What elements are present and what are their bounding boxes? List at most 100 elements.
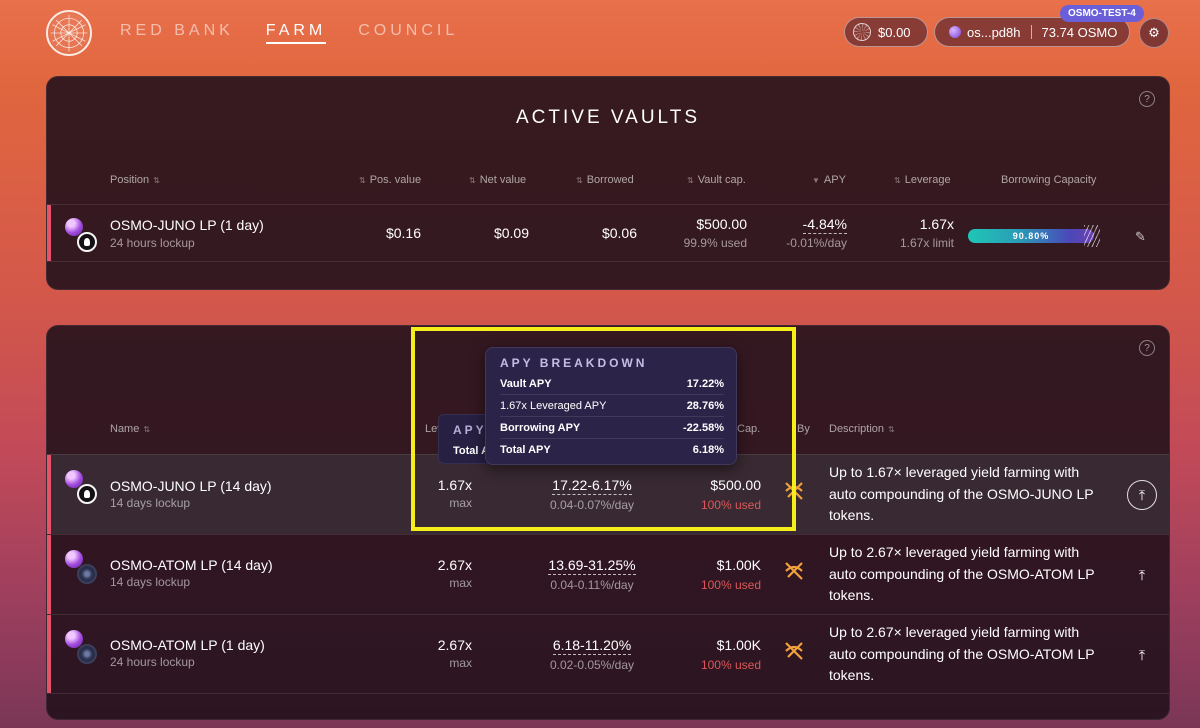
- apy-daily: -0.01%/day: [786, 236, 847, 250]
- apollo-logo-icon: [785, 642, 803, 660]
- juno-token-icon: [77, 484, 97, 504]
- apollo-logo-icon: [785, 482, 803, 500]
- atom-token-icon: [77, 644, 97, 664]
- token-pair-icon: [65, 630, 99, 666]
- vault-lockup: 14 days lockup: [110, 496, 191, 510]
- header-pos-value[interactable]: ⇅ Pos. value: [355, 174, 421, 186]
- wallet-balance: 73.74 OSMO: [1041, 24, 1118, 40]
- deposit-button[interactable]: ⤒: [1127, 640, 1157, 670]
- row-accent: [47, 535, 51, 614]
- header-name[interactable]: Name ⇅: [110, 423, 154, 435]
- available-vault-row[interactable]: OSMO-JUNO LP (14 day) 14 days lockup 1.6…: [47, 454, 1169, 534]
- cap-used: 100% used: [700, 498, 761, 512]
- vault-description: Up to 2.67× leveraged yield farming with…: [829, 624, 1095, 683]
- wallet-address: os...pd8h: [967, 24, 1021, 40]
- leverage-note: max: [449, 576, 472, 590]
- available-vault-row[interactable]: OSMO-ATOM LP (14 day) 14 days lockup 2.6…: [47, 534, 1169, 614]
- vault-lockup: 24 hours lockup: [110, 236, 195, 250]
- token-pair-icon: [65, 550, 99, 586]
- network-badge: OSMO-TEST-4: [1060, 5, 1144, 22]
- cap-used: 100% used: [700, 578, 761, 592]
- vault-description: Up to 2.67× leveraged yield farming with…: [829, 544, 1095, 603]
- tooltip-row-borrowing-apy: Borrowing APY -22.58%: [500, 417, 724, 439]
- leverage-limit: 1.67x limit: [899, 236, 954, 250]
- tooltip-row-leveraged-apy: 1.67x Leveraged APY 28.76%: [500, 395, 724, 417]
- juno-token-icon: [77, 232, 97, 252]
- apy-daily: 0.04-0.07%/day: [549, 498, 635, 512]
- token-pair-icon: [65, 218, 99, 254]
- leverage-value: 2.67x: [437, 557, 472, 573]
- apy-daily: 0.02-0.05%/day: [549, 658, 635, 672]
- tooltip-shadow-total: Total A: [453, 445, 490, 457]
- tooltip-row-total-apy: Total APY 6.18%: [500, 444, 724, 456]
- edit-pencil-icon[interactable]: ✎: [1135, 229, 1146, 245]
- apy-range[interactable]: 17.22-6.17%: [517, 477, 667, 495]
- header-leverage[interactable]: ⇅ Leverage: [890, 174, 951, 186]
- cap-value: $1.00K: [716, 557, 761, 573]
- apy-breakdown-tooltip: APY BREAKDOWN Vault APY 17.22% 1.67x Leve…: [485, 347, 737, 465]
- gear-icon: ⚙: [1148, 25, 1160, 40]
- header-borrowed[interactable]: ⇅ Borrowed: [572, 174, 634, 186]
- available-vault-row[interactable]: OSMO-ATOM LP (1 day) 24 hours lockup 2.6…: [47, 614, 1169, 694]
- cap-used: 100% used: [700, 658, 761, 672]
- header-apy[interactable]: ▼ APY: [808, 174, 846, 186]
- vault-cap-used: 99.9% used: [683, 236, 747, 250]
- atom-token-icon: [77, 564, 97, 584]
- mars-coin-icon: [853, 23, 871, 41]
- cap-value: $500.00: [710, 477, 761, 493]
- header-by[interactable]: By: [797, 423, 810, 435]
- nav-link-red-bank[interactable]: RED BANK: [120, 22, 234, 44]
- header-position[interactable]: Position ⇅: [110, 174, 164, 186]
- tooltip-row-vault-apy: Vault APY 17.22%: [500, 373, 724, 395]
- vault-lockup: 14 days lockup: [110, 575, 191, 589]
- apy-range[interactable]: 13.69-31.25%: [517, 557, 667, 575]
- arrow-up-icon: ⤒: [1138, 646, 1146, 663]
- apy-daily: 0.04-0.11%/day: [550, 578, 634, 592]
- wallet-divider: [1030, 25, 1032, 39]
- osmo-token-icon: [949, 26, 961, 38]
- vault-name: OSMO-ATOM LP (1 day): [110, 637, 265, 653]
- leverage-note: max: [449, 656, 472, 670]
- header-vault-cap[interactable]: ⇅ Vault cap.: [683, 174, 746, 186]
- token-pair-icon: [65, 470, 99, 506]
- mars-logo-icon[interactable]: [46, 10, 92, 56]
- balance-button[interactable]: $0.00: [844, 17, 928, 47]
- active-vaults-panel: ACTIVE VAULTS ? Position ⇅ ⇅ Pos. value ⇅ N…: [46, 76, 1170, 290]
- apy-value[interactable]: -4.84%: [777, 216, 847, 234]
- apollo-logo-icon: [785, 562, 803, 580]
- vault-lockup: 24 hours lockup: [110, 655, 195, 669]
- balance-value: $0.00: [878, 24, 911, 40]
- header-borrowing-capacity: Borrowing Capacity: [1001, 174, 1097, 186]
- borrowed-value: $0.06: [601, 225, 637, 241]
- vault-name: OSMO-JUNO LP (14 day): [110, 478, 272, 494]
- vault-name: OSMO-JUNO LP (1 day): [110, 217, 264, 233]
- row-accent: [47, 205, 51, 261]
- help-icon[interactable]: ?: [1139, 340, 1155, 356]
- vault-description: Up to 1.67× leveraged yield farming with…: [829, 464, 1094, 523]
- active-vaults-title: ACTIVE VAULTS: [516, 107, 700, 128]
- settings-button[interactable]: ⚙: [1139, 18, 1169, 48]
- nav-links: RED BANK FARM COUNCIL: [120, 22, 458, 44]
- header-description[interactable]: Description ⇅: [829, 423, 899, 435]
- deposit-button[interactable]: ⤒: [1127, 560, 1157, 590]
- row-accent: [47, 455, 51, 534]
- nav-link-council[interactable]: COUNCIL: [358, 22, 458, 44]
- deposit-button[interactable]: ⤒: [1127, 480, 1157, 510]
- top-nav: RED BANK FARM COUNCIL $0.00 os...pd8h 73…: [0, 0, 1200, 70]
- nav-link-farm[interactable]: FARM: [265, 22, 327, 44]
- vault-cap-value: $500.00: [696, 216, 747, 232]
- row-accent: [47, 615, 51, 693]
- header-net-value[interactable]: ⇅ Net value: [465, 174, 526, 186]
- help-icon[interactable]: ?: [1139, 91, 1155, 107]
- tooltip-title: APY BREAKDOWN: [500, 356, 648, 370]
- apy-range[interactable]: 6.18-11.20%: [517, 637, 667, 655]
- leverage-value: 1.67x: [919, 216, 954, 232]
- borrowing-capacity-bar: 90.80%: [968, 229, 1094, 243]
- tooltip-shadow-title: APY: [453, 423, 487, 437]
- active-vault-row[interactable]: OSMO-JUNO LP (1 day) 24 hours lockup $0.…: [47, 204, 1169, 262]
- pos-value: $0.16: [385, 225, 421, 241]
- net-value: $0.09: [493, 225, 529, 241]
- leverage-value: 2.67x: [437, 637, 472, 653]
- leverage-note: max: [449, 496, 472, 510]
- header-cap[interactable]: Cap.: [737, 423, 760, 435]
